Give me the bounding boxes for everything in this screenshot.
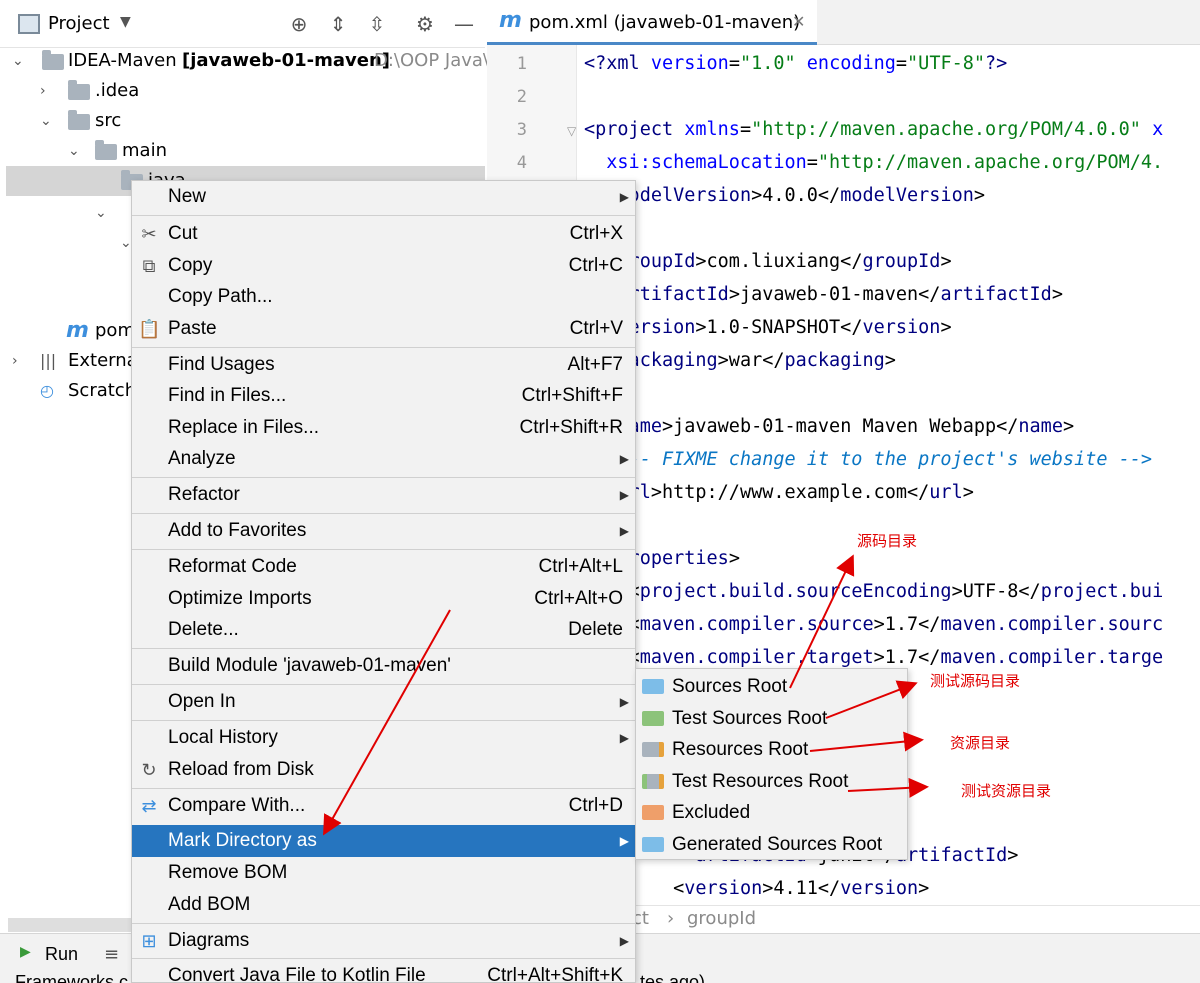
annotation-sources: 源码目录 [857,532,918,550]
annotation-arrows [323,554,929,836]
annotation-arrow [789,554,855,689]
annotation-arrow [847,777,929,798]
annotation-arrow [809,731,924,752]
annotation-resources: 资源目录 [950,734,1011,752]
annotation-test-resources: 测试资源目录 [961,782,1052,800]
annotation-test-sources: 测试源码目录 [930,672,1021,690]
annotation-arrow [323,609,451,836]
annotation-arrow [825,680,918,719]
